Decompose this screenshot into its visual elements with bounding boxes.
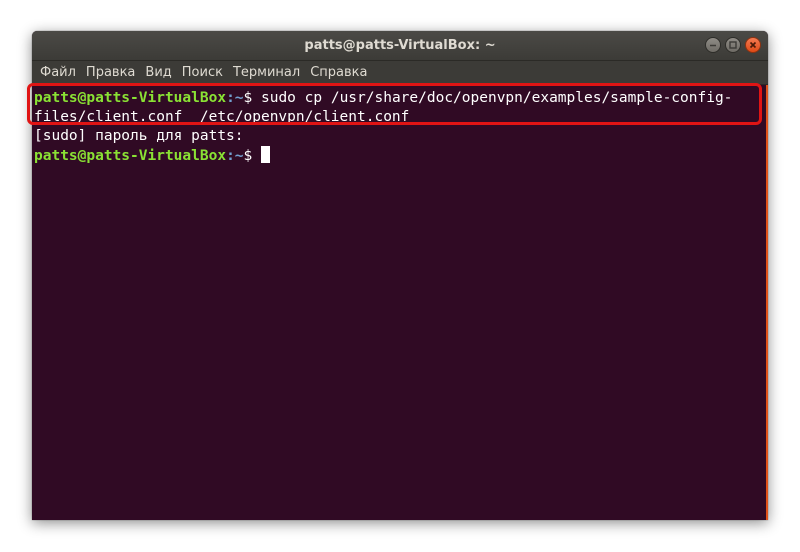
terminal-line: patts@patts-VirtualBox:~$ sudo cp /usr/s… xyxy=(34,89,768,108)
menu-view[interactable]: Вид xyxy=(140,61,176,84)
prompt-symbol: $ xyxy=(243,148,253,164)
terminal-line: files/client.conf /etc/openvpn/client.co… xyxy=(34,108,768,127)
window-title: patts@patts-VirtualBox: ~ xyxy=(304,38,496,53)
current-input xyxy=(252,148,261,164)
prompt-symbol: $ xyxy=(243,90,253,106)
maximize-icon xyxy=(729,41,737,49)
sudo-password-prompt: [sudo] пароль для patts: xyxy=(34,128,244,144)
maximize-button[interactable] xyxy=(725,37,741,53)
menu-search[interactable]: Поиск xyxy=(177,61,228,84)
terminal-output[interactable]: patts@patts-VirtualBox:~$ sudo cp /usr/s… xyxy=(32,85,768,165)
title-bar[interactable]: patts@patts-VirtualBox: ~ xyxy=(32,31,768,61)
prompt-path: :~ xyxy=(226,148,244,164)
terminal-line: [sudo] пароль для patts: xyxy=(34,127,768,146)
terminal-window: patts@patts-VirtualBox: ~ Файл Правка Ви… xyxy=(32,31,768,520)
prompt-user: patts@patts-VirtualBox xyxy=(34,90,227,106)
menu-file[interactable]: Файл xyxy=(35,61,81,84)
menu-edit[interactable]: Правка xyxy=(81,61,140,84)
prompt-user: patts@patts-VirtualBox xyxy=(34,148,227,164)
menu-terminal[interactable]: Терминал xyxy=(228,61,305,84)
command-text-continued: files/client.conf /etc/openvpn/client.co… xyxy=(34,109,410,125)
prompt-path: :~ xyxy=(226,90,244,106)
minimize-icon xyxy=(710,44,716,47)
terminal-line: patts@patts-VirtualBox:~$ xyxy=(34,146,768,165)
menu-bar: Файл Правка Вид Поиск Терминал Справка xyxy=(32,61,768,85)
text-cursor xyxy=(261,146,270,163)
window-controls xyxy=(705,37,761,53)
command-text: sudo cp /usr/share/doc/openvpn/examples/… xyxy=(252,90,733,106)
menu-help[interactable]: Справка xyxy=(305,61,372,84)
minimize-button[interactable] xyxy=(705,37,721,53)
scrollbar-edge[interactable] xyxy=(766,85,768,520)
close-icon xyxy=(749,41,757,49)
close-button[interactable] xyxy=(745,37,761,53)
